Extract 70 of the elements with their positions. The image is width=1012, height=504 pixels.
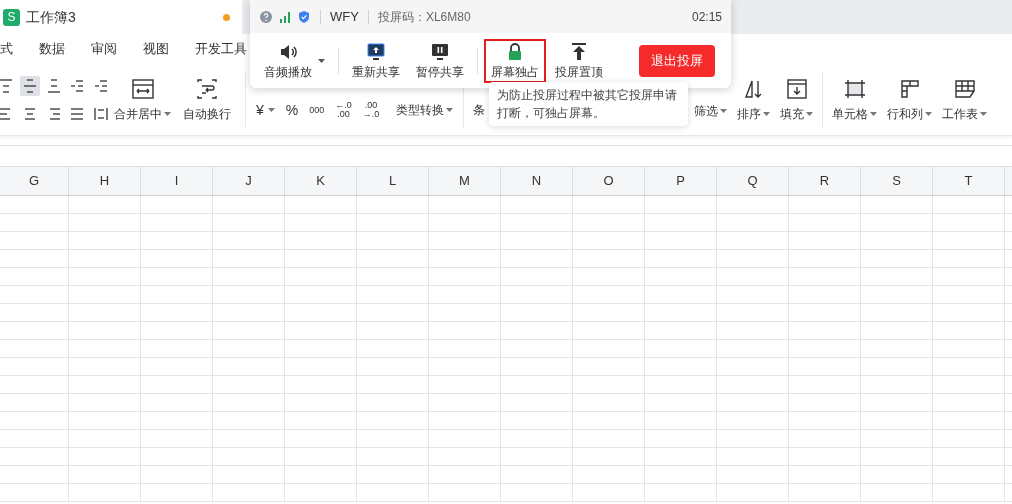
type-convert-button[interactable]: 类型转换: [396, 101, 454, 119]
tooltip: 为防止投屏过程中被其它投屏申请打断，可独占屏幕。: [489, 82, 688, 126]
cast-code: 投屏码：XL6M80: [377, 8, 471, 26]
menu-tab[interactable]: 式: [0, 39, 13, 59]
app-logo: S: [3, 8, 20, 26]
column-header[interactable]: M: [429, 167, 501, 195]
exit-cast-button[interactable]: 退出投屏: [639, 44, 715, 77]
column-header[interactable]: P: [645, 167, 717, 195]
align-button[interactable]: [19, 75, 40, 96]
fill-icon: [784, 76, 809, 101]
column-header[interactable]: T: [933, 167, 1005, 195]
number-format-button[interactable]: .00 →.0: [362, 101, 380, 119]
number-format-button[interactable]: ¥: [256, 105, 275, 115]
ribbon-button[interactable]: 筛选: [689, 102, 732, 120]
workbook-tab[interactable]: S 工作簿3: [0, 0, 242, 34]
number-format-button[interactable]: 000: [309, 105, 325, 115]
column-header[interactable]: R: [789, 167, 861, 195]
distributed-align-icon: [93, 105, 110, 122]
ribbon-button[interactable]: 排序: [732, 64, 775, 135]
ribbon-button[interactable]: 自动换行: [177, 64, 237, 135]
merge-icon: [130, 76, 155, 101]
ribbon-label: 条: [473, 102, 485, 119]
ribbon-button[interactable]: 填充: [775, 64, 818, 135]
ribbon-button[interactable]: 行和列: [882, 64, 937, 135]
wrap-icon: [195, 76, 219, 101]
middle-align-icon: [21, 77, 38, 94]
menu-tab[interactable]: 数据: [39, 39, 65, 59]
bottom-align-icon: [45, 77, 62, 94]
column-header[interactable]: G: [0, 167, 69, 195]
outdent-align-icon: [69, 77, 86, 94]
upload-screen-icon: [365, 40, 387, 63]
cast-toolbar-button[interactable]: 暂停共享: [409, 38, 471, 83]
help-icon: [259, 9, 273, 24]
caret-icon: [980, 111, 987, 116]
number-format-button[interactable]: %: [285, 105, 299, 115]
indent-align-icon: [93, 77, 110, 94]
user-name: WFY: [330, 7, 359, 26]
cast-toolbar-button[interactable]: 音频播放: [257, 38, 332, 83]
column-header[interactable]: S: [861, 167, 933, 195]
caret-icon: [267, 108, 275, 112]
menu-tab[interactable]: 视图: [143, 39, 169, 59]
column-header[interactable]: N: [501, 167, 573, 195]
column-header[interactable]: H: [69, 167, 141, 195]
column-header[interactable]: L: [357, 167, 429, 195]
shield-icon: [297, 9, 311, 24]
caret-icon: [720, 109, 727, 113]
cast-timer: 02:15: [691, 8, 722, 26]
caret-icon: [763, 111, 770, 116]
caret-icon: [164, 111, 171, 116]
cast-toolbar-button[interactable]: 投屏置顶: [548, 38, 610, 83]
top-align-icon: [0, 77, 14, 94]
column-header[interactable]: O: [573, 167, 645, 195]
caret-icon: [925, 111, 932, 116]
ribbon-button[interactable]: 单元格: [827, 64, 882, 135]
column-header[interactable]: I: [141, 167, 213, 195]
workbook-title: 工作簿3: [26, 7, 76, 27]
caret-icon: [806, 111, 813, 116]
signal-icon: [278, 9, 292, 24]
ribbon-button[interactable]: 工作表: [937, 64, 992, 135]
ribbon-button[interactable]: 合并居中: [108, 64, 177, 135]
menu-tab[interactable]: 开发工具: [195, 39, 247, 59]
menu-tab[interactable]: 审阅: [91, 39, 117, 59]
column-header[interactable]: J: [213, 167, 285, 195]
column-header[interactable]: Q: [717, 167, 789, 195]
column-header[interactable]: K: [285, 167, 357, 195]
caret-icon: [870, 111, 877, 116]
number-format-button[interactable]: ←.0 .00: [335, 101, 352, 119]
justify-align-icon: [69, 105, 86, 122]
cast-toolbar-button[interactable]: 重新共享: [345, 38, 407, 83]
caret-icon: [446, 108, 454, 112]
